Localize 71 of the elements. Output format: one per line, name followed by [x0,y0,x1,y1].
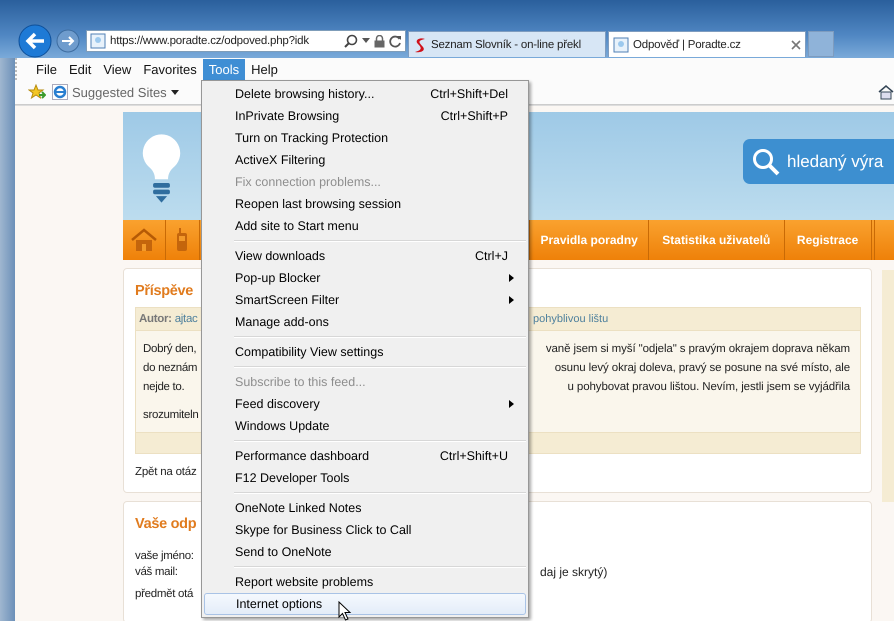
dropdown-icon[interactable] [362,38,370,44]
caret-icon [170,90,179,94]
menu-item[interactable]: ActiveX Filtering [204,149,526,171]
menu-item[interactable]: InPrivate Browsing Ctrl+Shift+P [204,105,526,127]
form-label: váš mail: [135,566,179,578]
suggested-sites-button[interactable]: Suggested Sites [52,84,179,100]
submenu-arrow-icon [509,274,514,282]
menu-item[interactable]: F12 Developer Tools [204,467,526,489]
menu-item[interactable]: Edit [62,58,98,80]
form-note: daj je skrytý) [540,565,608,579]
post-text: u pohybovat pravou lištou. Nevím, jestli jsem se vyjádřila [568,380,850,392]
menu-item[interactable]: Turn on Tracking Protection [204,127,526,149]
menu-item[interactable]: Reopen last browsing session [204,193,526,215]
lock-icon [374,34,385,48]
submenu-arrow-icon [509,296,514,304]
url-text: https://www.poradte.cz/odpoved.php?idk [110,35,310,47]
menu-item[interactable]: Feed discovery [204,393,526,415]
submenu-arrow-icon [509,400,514,408]
page-icon [613,36,629,52]
form-label: vaše jméno: [135,550,195,562]
post-text: osunu levý okraj doleva, pravý se posune na své místo, ale [554,362,850,374]
post-title: Příspěve [135,283,194,299]
menu-item[interactable]: Help [245,58,284,80]
post-text: srozumiteln [142,408,200,420]
menu-item[interactable]: Add site to Start menu [204,215,526,237]
ie-icon [52,84,68,100]
menu-item[interactable]: Windows Update [204,415,526,437]
subject-text: pohyblivou lištu [533,313,608,325]
menu-item[interactable]: Favorites [137,58,203,80]
refresh-icon[interactable] [389,34,402,48]
menu-item[interactable]: Report website problems [204,571,526,593]
menu-item[interactable]: View downloads Ctrl+J [204,245,526,267]
search-icon[interactable] [344,34,358,48]
menu-item[interactable]: Manage add-ons [204,311,526,333]
menu-item[interactable]: File [30,58,63,80]
suggested-sites-label: Suggested Sites [72,84,167,100]
menu-item[interactable]: Delete browsing history... Ctrl+Shift+Del [204,83,526,105]
phone-icon [176,228,188,252]
menu-item[interactable]: Compatibility View settings [204,341,526,363]
tab-label: Odpověď | Poradte.cz [633,38,742,50]
post-text: Dobrý den, [142,342,198,354]
browser-tab[interactable]: Seznam Slovník - on-line překl [408,31,606,57]
page-icon [90,33,106,49]
star-icon[interactable] [28,84,46,100]
address-bar[interactable]: https://www.poradte.cz/odpoved.php?idk [86,30,406,52]
menu-item[interactable]: View [97,58,138,80]
forward-button[interactable] [56,29,80,53]
form-label: předmět otá [135,588,194,600]
search-field[interactable]: hledaný výra [743,139,894,184]
home-icon[interactable] [878,84,894,100]
reply-title: Vaše odp [135,516,196,532]
menu-item[interactable]: OneNote Linked Notes [204,497,526,519]
tab-label: Seznam Slovník - on-line překl [431,38,582,50]
post-text: nejde to. [142,380,186,392]
menu-item[interactable]: Pop-up Blocker [204,267,526,289]
menu-item[interactable]: Performance dashboard Ctrl+Shift+U [204,445,526,467]
search-icon [752,148,780,176]
s-logo-icon [413,36,427,52]
menu-item[interactable]: Internet options [204,593,526,615]
post-text: vaně jsem si myší "odjela" s pravým okrajem doprava někam [546,342,850,354]
author-label: Autor: [139,313,172,325]
browser-tab[interactable]: Odpověď | Poradte.cz [608,31,806,57]
close-icon[interactable] [791,40,801,50]
author-link[interactable]: ajtac [174,313,198,325]
menu-item[interactable]: Skype for Business Click to Call [204,519,526,541]
post-text: do neznám [142,362,198,374]
back-link[interactable]: Zpět na otáz [135,466,197,478]
back-button[interactable] [18,24,52,58]
home-icon [131,228,158,252]
menu-item[interactable]: SmartScreen Filter [204,289,526,311]
menu-item[interactable]: Send to OneNote [204,541,526,563]
